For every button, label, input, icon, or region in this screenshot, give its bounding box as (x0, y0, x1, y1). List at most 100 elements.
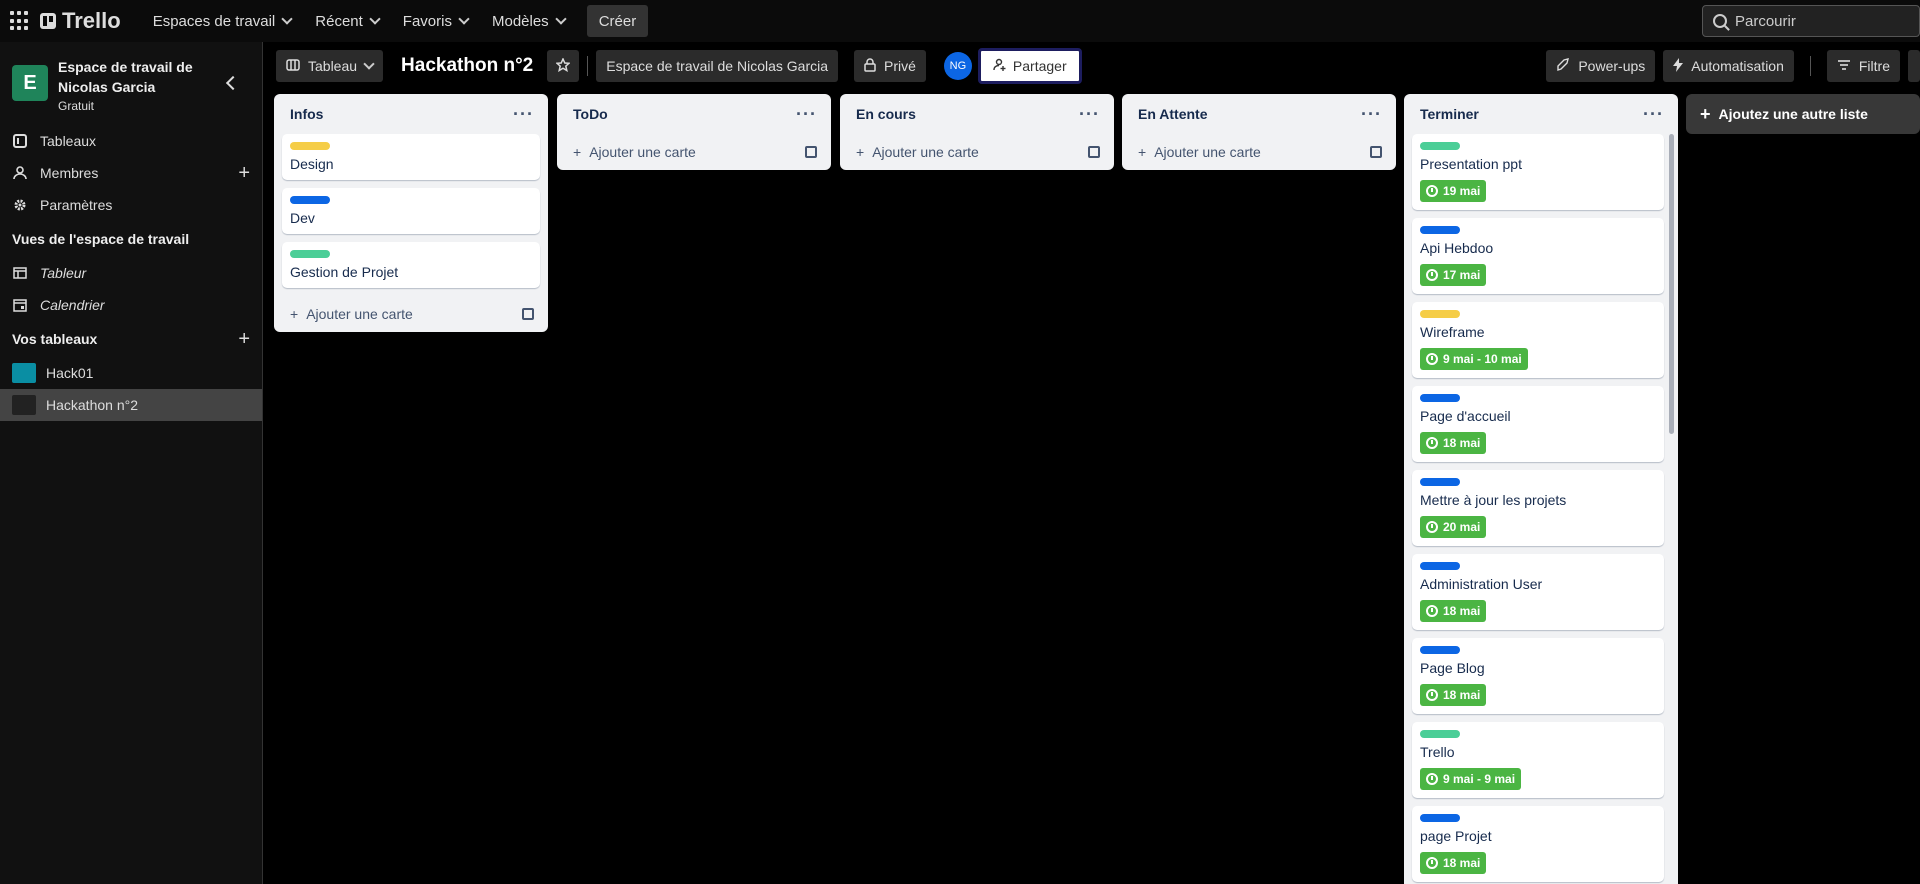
board-name: Hack01 (46, 365, 94, 381)
card[interactable]: Trello 9 mai - 9 mai (1412, 722, 1664, 798)
add-card-button[interactable]: + Ajouter une carte (557, 134, 831, 170)
sidebar-board-hackathon2[interactable]: Hackathon n°2 (0, 389, 262, 421)
sidebar-item-table[interactable]: Tableur (0, 257, 262, 289)
workspace-plan: Gratuit (58, 99, 95, 113)
add-list-button[interactable]: + Ajoutez une autre liste (1686, 94, 1920, 134)
card[interactable]: Presentation ppt 19 mai (1412, 134, 1664, 210)
card[interactable]: Mettre à jour les projets 20 mai (1412, 470, 1664, 546)
card[interactable]: Dev (282, 188, 540, 234)
sidebar-item-settings[interactable]: Paramètres (0, 189, 262, 221)
list-menu-icon[interactable]: ··· (1643, 104, 1664, 125)
template-icon[interactable] (1370, 146, 1382, 158)
due-date-badge[interactable]: 18 mai (1420, 852, 1487, 874)
nav-starred-label: Favoris (402, 12, 452, 30)
card[interactable]: Design (282, 134, 540, 180)
powerups-button[interactable]: Power-ups (1546, 50, 1656, 82)
due-date-badge[interactable]: 19 mai (1420, 180, 1487, 202)
add-board-icon[interactable]: + (238, 328, 250, 351)
private-button[interactable]: Privé (854, 50, 926, 82)
nav-starred[interactable]: Favoris (391, 5, 480, 37)
nav-recent[interactable]: Récent (303, 5, 391, 37)
card[interactable]: Wireframe 9 mai - 10 mai (1412, 302, 1664, 378)
list-header[interactable]: ToDo ··· (557, 94, 831, 134)
due-date: 18 mai (1443, 436, 1481, 450)
search-placeholder: Parcourir (1735, 12, 1796, 30)
gear-icon (12, 197, 28, 213)
sidebar-item-members[interactable]: Membres + (0, 157, 262, 189)
more-button[interactable] (1908, 50, 1920, 82)
due-date-badge[interactable]: 17 mai (1420, 264, 1487, 286)
due-date-badge[interactable]: 9 mai - 9 mai (1420, 768, 1522, 790)
add-member-icon[interactable]: + (238, 162, 250, 185)
list-menu-icon[interactable]: ··· (1079, 104, 1100, 125)
list-menu-icon[interactable]: ··· (513, 104, 534, 125)
due-date-badge[interactable]: 18 mai (1420, 684, 1487, 706)
sidebar-board-hack01[interactable]: Hack01 (0, 357, 262, 389)
search-input[interactable]: Parcourir (1702, 5, 1920, 37)
person-icon (12, 165, 28, 181)
filter-button[interactable]: Filtre (1826, 50, 1900, 82)
template-icon[interactable] (805, 146, 817, 158)
rocket-icon (1556, 57, 1570, 75)
board-thumbnail (12, 395, 36, 415)
plus-icon: + (1700, 103, 1711, 124)
due-date-badge[interactable]: 20 mai (1420, 516, 1487, 538)
clock-icon (1426, 689, 1438, 701)
list-terminer: Terminer ··· Presentation ppt 19 mai Api H… (1404, 94, 1678, 884)
card[interactable]: Administration User 18 mai (1412, 554, 1664, 630)
share-button[interactable]: Partager (977, 48, 1082, 84)
powerups-label: Power-ups (1578, 58, 1646, 74)
list-header[interactable]: Infos ··· (274, 94, 548, 134)
app-switcher-icon[interactable] (10, 11, 30, 31)
list-header[interactable]: Terminer ··· (1404, 94, 1678, 134)
board-view-switcher[interactable]: Tableau (276, 50, 384, 82)
template-icon[interactable] (522, 308, 534, 320)
list-title: Terminer (1420, 106, 1479, 122)
due-date-badge[interactable]: 18 mai (1420, 600, 1487, 622)
nav-templates[interactable]: Modèles (480, 5, 577, 37)
sidebar-item-label: Membres (40, 165, 99, 181)
sidebar-item-label: Tableaux (40, 133, 97, 149)
add-card-button[interactable]: + Ajouter une carte (1122, 134, 1396, 170)
list-scrollbar[interactable] (1669, 134, 1674, 434)
add-card-label: Ajouter une carte (306, 306, 413, 322)
card-title: Wireframe (1420, 324, 1485, 340)
due-date-badge[interactable]: 9 mai - 10 mai (1420, 348, 1528, 370)
sidebar-item-boards[interactable]: Tableaux (0, 125, 262, 157)
card-title: page Projet (1420, 828, 1492, 844)
clock-icon (1426, 521, 1438, 533)
card[interactable]: page Projet 18 mai (1412, 806, 1664, 882)
nav-workspaces-label: Espaces de travail (152, 12, 276, 30)
trello-logo[interactable]: Trello (40, 8, 121, 34)
clock-icon (1426, 269, 1438, 281)
list-header[interactable]: En Attente ··· (1122, 94, 1396, 134)
add-card-button[interactable]: + Ajouter une carte (274, 296, 548, 332)
workspace-name: Espace de travail de Nicolas Garcia (58, 59, 193, 95)
workspace-visibility-button[interactable]: Espace de travail de Nicolas Garcia (596, 50, 839, 82)
board-title[interactable]: Hackathon n°2 (401, 55, 533, 77)
list-menu-icon[interactable]: ··· (1361, 104, 1382, 125)
card[interactable]: Page Blog 18 mai (1412, 638, 1664, 714)
card[interactable]: Gestion de Projet (282, 242, 540, 288)
add-card-label: Ajouter une carte (589, 144, 696, 160)
list-header[interactable]: En cours ··· (840, 94, 1114, 134)
card-title: Page Blog (1420, 660, 1485, 676)
member-avatar[interactable]: NG (943, 52, 972, 80)
add-list-label: Ajoutez une autre liste (1718, 106, 1868, 122)
chevron-down-icon (458, 13, 470, 25)
template-icon[interactable] (1088, 146, 1100, 158)
list-menu-icon[interactable]: ··· (796, 104, 817, 125)
nav-workspaces[interactable]: Espaces de travail (141, 5, 304, 37)
star-button[interactable] (547, 50, 580, 82)
card[interactable]: Api Hebdoo 17 mai (1412, 218, 1664, 294)
list-infos: Infos ··· Design Dev Gestion de Projet + A… (274, 94, 548, 332)
due-date-badge[interactable]: 18 mai (1420, 432, 1487, 454)
list-todo: ToDo ··· + Ajouter une carte (557, 94, 831, 170)
card[interactable]: Page d'accueil 18 mai (1412, 386, 1664, 462)
collapse-sidebar-icon[interactable] (225, 75, 241, 91)
add-card-button[interactable]: + Ajouter une carte (840, 134, 1114, 170)
sidebar: E Espace de travail de Nicolas Garcia Gr… (0, 42, 263, 884)
create-button[interactable]: Créer (586, 5, 649, 37)
sidebar-item-calendar[interactable]: Calendrier (0, 289, 262, 321)
automation-button[interactable]: Automatisation (1663, 50, 1794, 82)
